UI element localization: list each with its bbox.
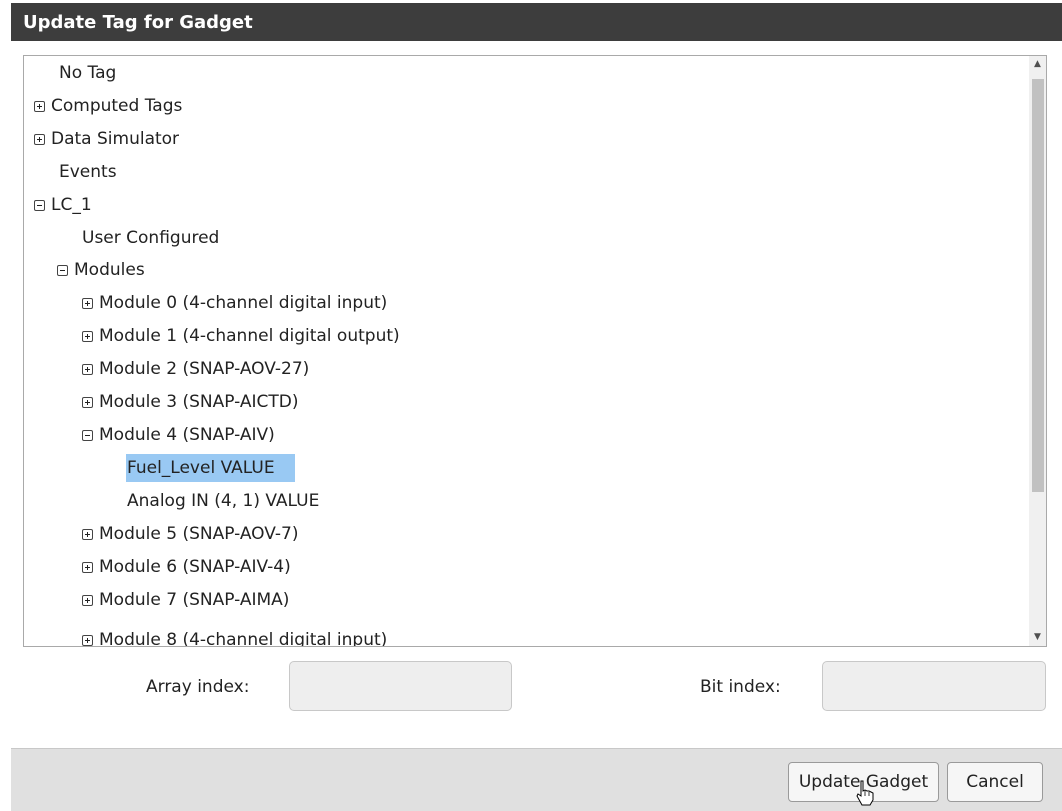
tree-item-events[interactable]: Events bbox=[58, 158, 118, 186]
tree-item-modules[interactable]: Modules bbox=[57, 256, 146, 284]
expand-icon[interactable] bbox=[82, 528, 93, 540]
tree-item-lc-1[interactable]: LC_1 bbox=[34, 191, 93, 219]
tree-item-label: Data Simulator bbox=[51, 129, 180, 149]
tree-item-label-selected: Fuel_Level VALUE bbox=[126, 454, 295, 482]
tree-item-analog-in[interactable]: Analog IN (4, 1) VALUE bbox=[126, 487, 320, 515]
dialog-title: Update Tag for Gadget bbox=[11, 3, 1062, 41]
chevron-up-icon[interactable]: ▲ bbox=[1029, 56, 1046, 73]
tree-item-label: Events bbox=[59, 162, 117, 182]
tree-item-module-0[interactable]: Module 0 (4-channel digital input) bbox=[82, 289, 388, 317]
chevron-down-icon[interactable]: ▼ bbox=[1029, 629, 1046, 646]
collapse-icon[interactable] bbox=[57, 264, 68, 276]
bit-index-input[interactable] bbox=[822, 661, 1046, 711]
tree-item-module-3[interactable]: Module 3 (SNAP-AICTD) bbox=[82, 388, 299, 416]
tree-item-fuel-level[interactable]: Fuel_Level VALUE bbox=[126, 454, 295, 482]
expand-icon[interactable] bbox=[82, 297, 93, 309]
tree-item-label: Analog IN (4, 1) VALUE bbox=[127, 491, 320, 511]
tree-item-module-4[interactable]: Module 4 (SNAP-AIV) bbox=[82, 421, 276, 449]
cancel-button[interactable]: Cancel bbox=[947, 762, 1043, 802]
expand-icon[interactable] bbox=[82, 363, 93, 375]
tree-item-no-tag[interactable]: No Tag bbox=[58, 59, 117, 87]
tree-item-label: Module 8 (4-channel digital input) bbox=[99, 630, 388, 647]
collapse-icon[interactable] bbox=[82, 429, 93, 441]
expand-icon[interactable] bbox=[82, 330, 93, 342]
tree-item-module-5[interactable]: Module 5 (SNAP-AOV-7) bbox=[82, 520, 299, 548]
tree-item-module-2[interactable]: Module 2 (SNAP-AOV-27) bbox=[82, 355, 310, 383]
expand-icon[interactable] bbox=[34, 133, 45, 145]
expand-icon[interactable] bbox=[82, 634, 93, 646]
tree-item-computed-tags[interactable]: Computed Tags bbox=[34, 92, 183, 120]
tree-item-module-7[interactable]: Module 7 (SNAP-AIMA) bbox=[82, 586, 290, 614]
expand-icon[interactable] bbox=[34, 100, 45, 112]
scrollbar-thumb[interactable] bbox=[1032, 79, 1044, 492]
tree-item-label: Module 2 (SNAP-AOV-27) bbox=[99, 359, 310, 379]
tree-item-label: Module 1 (4-channel digital output) bbox=[99, 326, 400, 346]
expand-icon[interactable] bbox=[82, 396, 93, 408]
tree-item-label: Module 6 (SNAP-AIV-4) bbox=[99, 557, 291, 577]
tree-item-module-6[interactable]: Module 6 (SNAP-AIV-4) bbox=[82, 553, 292, 581]
collapse-icon[interactable] bbox=[34, 199, 45, 211]
tree-item-label: Module 4 (SNAP-AIV) bbox=[99, 425, 275, 445]
tree-item-label: User Configured bbox=[82, 228, 220, 248]
tree-item-label: Module 0 (4-channel digital input) bbox=[99, 293, 388, 313]
tree-item-label: No Tag bbox=[59, 63, 117, 83]
tree-item-label: LC_1 bbox=[51, 195, 92, 215]
tree-item-label: Module 7 (SNAP-AIMA) bbox=[99, 590, 290, 610]
array-index-input[interactable] bbox=[289, 661, 512, 711]
tree-item-label: Computed Tags bbox=[51, 96, 183, 116]
tree-scrollbar[interactable]: ▲ ▼ bbox=[1029, 56, 1046, 646]
tree-item-label: Module 5 (SNAP-AOV-7) bbox=[99, 524, 299, 544]
tag-tree[interactable]: No Tag Computed Tags Data Simulator Even… bbox=[23, 55, 1047, 647]
tree-item-label: Modules bbox=[74, 260, 145, 280]
bit-index-label: Bit index: bbox=[700, 677, 781, 697]
expand-icon[interactable] bbox=[82, 561, 93, 573]
array-index-label: Array index: bbox=[146, 677, 250, 697]
tree-item-module-8[interactable]: Module 8 (4-channel digital input) bbox=[82, 626, 388, 647]
tree-item-data-simulator[interactable]: Data Simulator bbox=[34, 125, 180, 153]
expand-icon[interactable] bbox=[82, 594, 93, 606]
tree-item-user-configured[interactable]: User Configured bbox=[81, 224, 220, 252]
hand-pointer-icon bbox=[856, 780, 874, 806]
tree-item-label: Module 3 (SNAP-AICTD) bbox=[99, 392, 299, 412]
tree-item-module-1[interactable]: Module 1 (4-channel digital output) bbox=[82, 322, 401, 350]
